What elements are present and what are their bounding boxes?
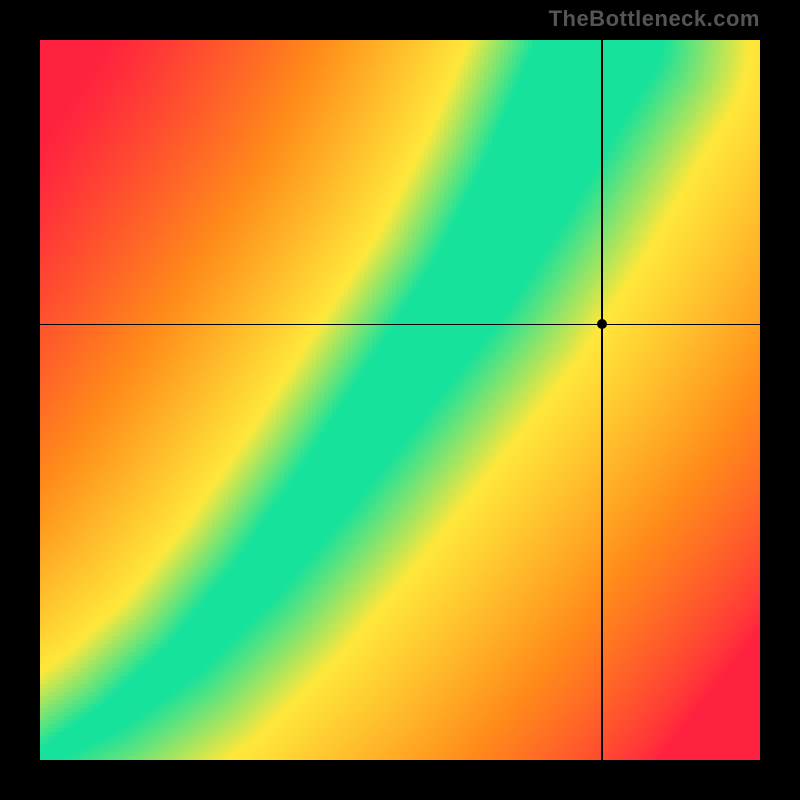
heatmap-canvas (40, 40, 760, 760)
crosshair-horizontal (40, 324, 760, 326)
crosshair-vertical (601, 40, 603, 760)
chart-stage: TheBottleneck.com (0, 0, 800, 800)
marker-dot (597, 319, 607, 329)
watermark-text: TheBottleneck.com (549, 6, 760, 32)
